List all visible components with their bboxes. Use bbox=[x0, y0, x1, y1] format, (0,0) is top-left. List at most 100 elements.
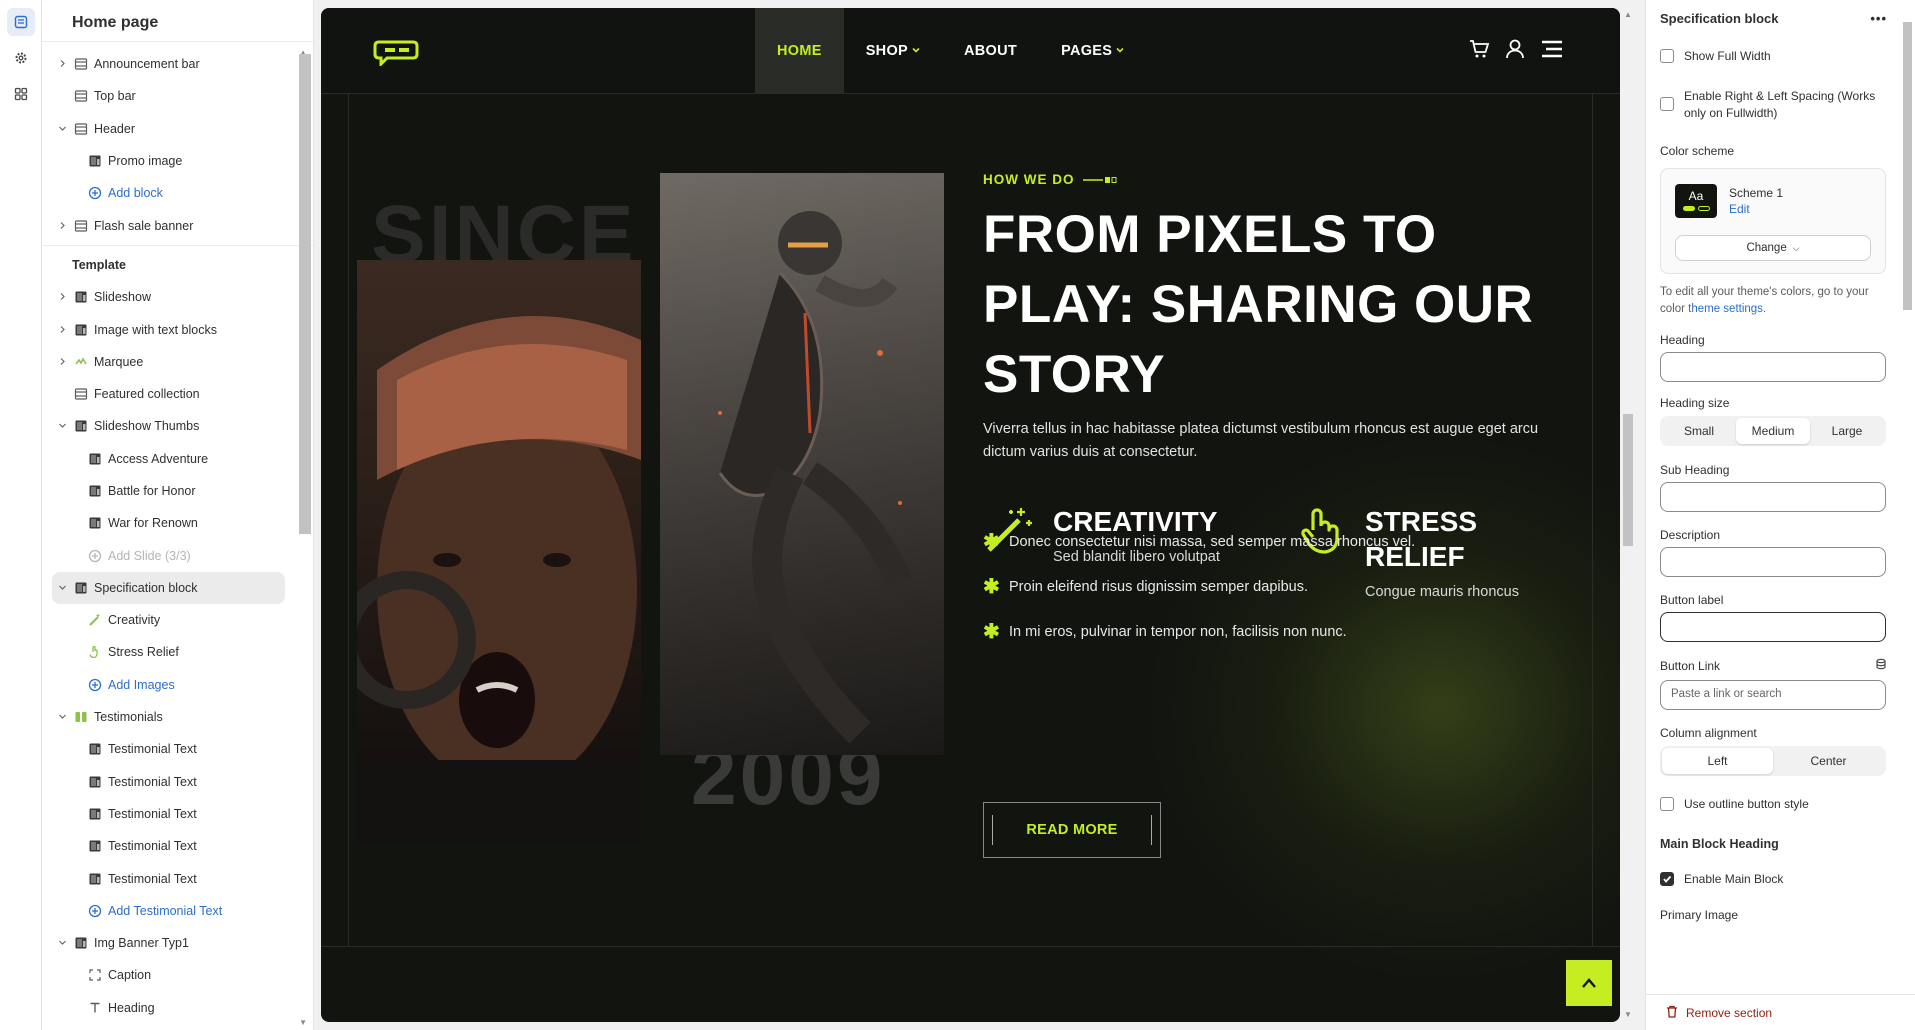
theme-settings-link[interactable]: theme settings. bbox=[1688, 303, 1766, 315]
chevron-down-icon[interactable] bbox=[58, 938, 68, 948]
sidebar-item-add-block[interactable]: Add block bbox=[42, 177, 313, 209]
sidebar-item-label: Add Images bbox=[108, 677, 175, 692]
section-icon bbox=[74, 57, 88, 71]
nav-item-shop[interactable]: SHOP bbox=[844, 8, 942, 94]
sidebar-item-access-adventure[interactable]: Access Adventure bbox=[42, 443, 313, 475]
chevron-right-icon[interactable] bbox=[58, 325, 68, 335]
sidebar-item-flash-sale-banner[interactable]: Flash sale banner bbox=[42, 209, 313, 241]
read-more-button[interactable]: READ MORE bbox=[983, 802, 1161, 858]
scheme-edit-link[interactable]: Edit bbox=[1729, 202, 1750, 216]
preview-scroll-thumb[interactable] bbox=[1623, 414, 1633, 546]
sidebar-item-stress-relief[interactable]: Stress Relief bbox=[42, 636, 313, 668]
sidebar-item-testimonial-text[interactable]: Testimonial Text bbox=[42, 862, 313, 894]
size-option-large[interactable]: Large bbox=[1810, 418, 1884, 444]
chevron-down-icon[interactable] bbox=[58, 421, 68, 431]
button-link-header: Button Link bbox=[1660, 658, 1887, 675]
sidebar-item-add-images[interactable]: Add Images bbox=[42, 669, 313, 701]
sidebar-item-testimonial-text[interactable]: Testimonial Text bbox=[42, 798, 313, 830]
scroll-down-icon[interactable]: ▼ bbox=[299, 1018, 307, 1027]
scroll-to-top-button[interactable] bbox=[1566, 960, 1612, 1006]
sub-heading-input[interactable] bbox=[1660, 482, 1886, 512]
sidebar-item-slideshow[interactable]: Slideshow bbox=[42, 281, 313, 313]
description-input[interactable] bbox=[1660, 547, 1886, 577]
preview-scrollbar[interactable]: ▲ ▼ bbox=[1622, 8, 1634, 1022]
sidebar-item-header[interactable]: Header bbox=[42, 113, 313, 145]
cart-icon[interactable] bbox=[1468, 38, 1490, 65]
panel-scroll-thumb[interactable] bbox=[1903, 22, 1912, 310]
chevron-right-icon[interactable] bbox=[58, 357, 68, 367]
sidebar-item-caption[interactable]: Caption bbox=[42, 959, 313, 991]
sidebar-item-war-for-renown[interactable]: War for Renown bbox=[42, 507, 313, 539]
outline-button-setting[interactable]: Use outline button style bbox=[1660, 796, 1887, 813]
sidebar-scrollbar[interactable] bbox=[299, 54, 311, 534]
chevron-down-icon[interactable] bbox=[58, 583, 68, 593]
checkbox[interactable] bbox=[1660, 97, 1674, 111]
sidebar-item-battle-for-honor[interactable]: Battle for Honor bbox=[42, 475, 313, 507]
user-icon[interactable] bbox=[1504, 38, 1526, 65]
settings-gear-icon[interactable] bbox=[7, 44, 35, 72]
spacing-setting[interactable]: Enable Right & Left Spacing (Works only … bbox=[1660, 88, 1887, 122]
show-full-width-setting[interactable]: Show Full Width bbox=[1660, 48, 1887, 65]
sidebar-item-promo-image[interactable]: Promo image bbox=[42, 145, 313, 177]
astronaut-portrait-image bbox=[357, 260, 641, 844]
store-logo[interactable] bbox=[373, 38, 419, 68]
alignment-option-center[interactable]: Center bbox=[1773, 748, 1884, 774]
sidebar-item-creativity[interactable]: Creativity bbox=[42, 604, 313, 636]
sidebar-item-marquee[interactable]: Marquee bbox=[42, 346, 313, 378]
nav-item-label: SHOP bbox=[865, 43, 908, 59]
sidebar-item-testimonials[interactable]: Testimonials bbox=[42, 701, 313, 733]
image-icon bbox=[74, 290, 88, 304]
scheme-name: Scheme 1 bbox=[1729, 186, 1784, 200]
frame-line-right bbox=[1592, 94, 1593, 946]
size-option-small[interactable]: Small bbox=[1662, 418, 1736, 444]
sidebar-item-add-testimonial-text[interactable]: Add Testimonial Text bbox=[42, 895, 313, 927]
sidebar-item-label: Add block bbox=[108, 186, 163, 201]
checkbox-checked[interactable] bbox=[1660, 872, 1674, 886]
more-actions-icon[interactable]: ••• bbox=[1870, 11, 1887, 26]
enable-main-block-setting[interactable]: Enable Main Block bbox=[1660, 871, 1887, 888]
sidebar-item-add-slide-3-3[interactable]: Add Slide (3/3) bbox=[42, 539, 313, 571]
chevron-down-icon[interactable] bbox=[58, 124, 68, 134]
checkbox[interactable] bbox=[1660, 797, 1674, 811]
button-link-placeholder: Paste a link or search bbox=[1671, 688, 1782, 700]
remove-section-button[interactable]: Remove section bbox=[1646, 994, 1915, 1030]
size-option-medium[interactable]: Medium bbox=[1736, 418, 1810, 444]
scroll-up-icon[interactable]: ▲ bbox=[1624, 10, 1632, 19]
feature-subtitle: Congue mauris rhoncus bbox=[1365, 584, 1519, 600]
nav-item-pages[interactable]: PAGES bbox=[1039, 8, 1146, 94]
sections-icon[interactable] bbox=[7, 8, 35, 36]
sidebar-item-top-bar[interactable]: Top bar bbox=[42, 80, 313, 112]
button-link-input[interactable]: Paste a link or search bbox=[1660, 680, 1886, 710]
chevron-right-icon[interactable] bbox=[58, 221, 68, 231]
sidebar-item-img-banner-typ1[interactable]: Img Banner Typ1 bbox=[42, 927, 313, 959]
change-scheme-button[interactable]: Change ⌵ bbox=[1675, 235, 1871, 261]
button-label-input[interactable] bbox=[1660, 612, 1886, 642]
nav-item-about[interactable]: ABOUT bbox=[942, 8, 1039, 94]
sidebar-item-label: Testimonial Text bbox=[108, 774, 197, 789]
apps-icon[interactable] bbox=[7, 80, 35, 108]
robot-warrior-image bbox=[660, 173, 944, 755]
sidebar-item-testimonial-text[interactable]: Testimonial Text bbox=[42, 733, 313, 765]
scroll-down-icon[interactable]: ▼ bbox=[1624, 1010, 1632, 1019]
chevron-right-icon[interactable] bbox=[58, 59, 68, 69]
nav-item-home[interactable]: HOME bbox=[755, 8, 844, 94]
heading-size-selector: Small Medium Large bbox=[1660, 416, 1886, 446]
chevron-down-icon[interactable] bbox=[58, 712, 68, 722]
panel-scrollbar[interactable] bbox=[1902, 0, 1913, 310]
heading-input[interactable] bbox=[1660, 352, 1886, 382]
sidebar-item-featured-collection[interactable]: Featured collection bbox=[42, 378, 313, 410]
image-icon bbox=[88, 839, 102, 853]
chevron-right-icon[interactable] bbox=[58, 292, 68, 302]
checkbox[interactable] bbox=[1660, 49, 1674, 63]
alignment-option-left[interactable]: Left bbox=[1662, 748, 1773, 774]
sidebar-item-specification-block[interactable]: Specification block bbox=[52, 571, 285, 605]
sidebar-item-image-with-text-blocks[interactable]: Image with text blocks bbox=[42, 313, 313, 345]
asterisk-icon: ✱ bbox=[983, 531, 1000, 553]
sidebar-item-testimonial-text[interactable]: Testimonial Text bbox=[42, 830, 313, 862]
sidebar-item-testimonial-text[interactable]: Testimonial Text bbox=[42, 766, 313, 798]
sidebar-item-announcement-bar[interactable]: Announcement bar bbox=[42, 48, 313, 80]
database-icon[interactable] bbox=[1875, 658, 1887, 675]
sidebar-item-heading[interactable]: Heading bbox=[42, 992, 313, 1024]
sidebar-item-slideshow-thumbs[interactable]: Slideshow Thumbs bbox=[42, 410, 313, 442]
menu-icon[interactable] bbox=[1540, 38, 1564, 65]
